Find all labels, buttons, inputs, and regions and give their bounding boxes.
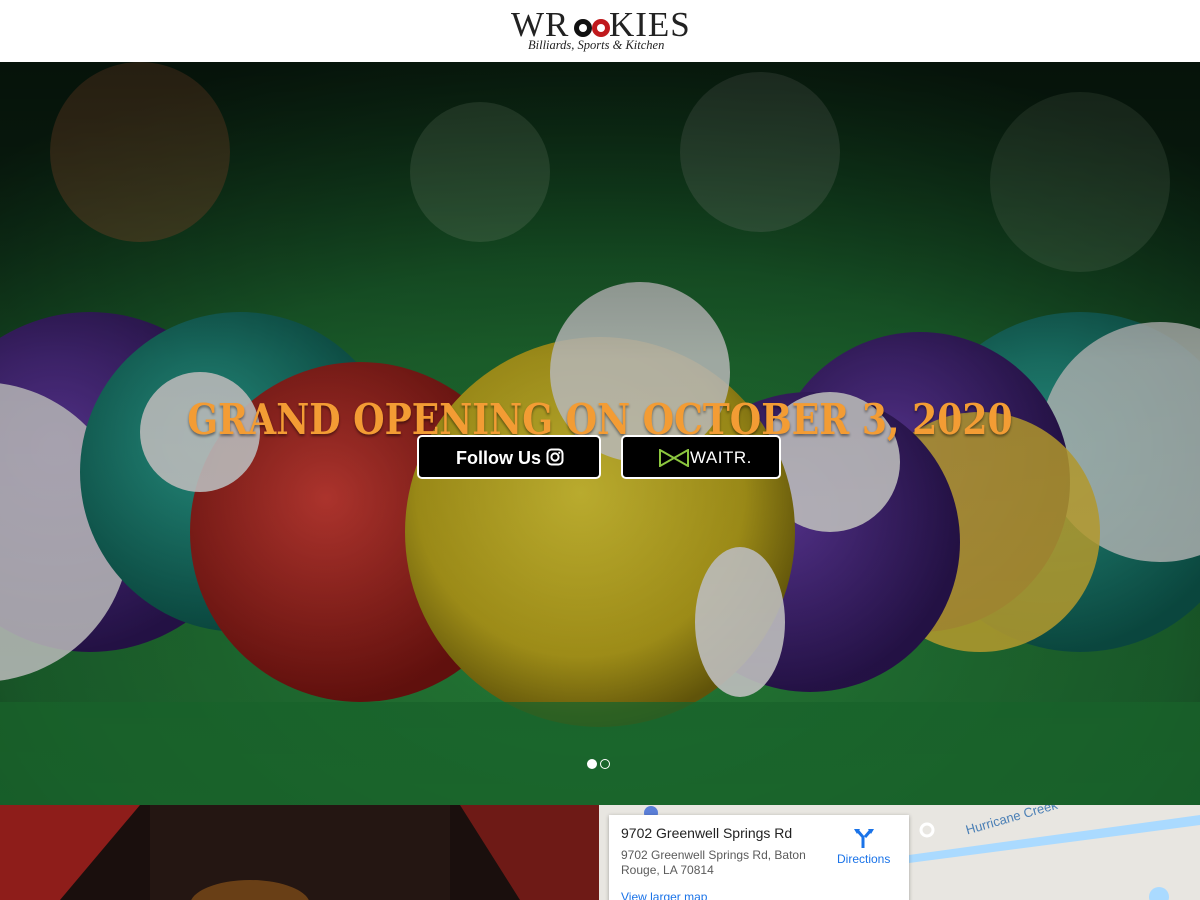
follow-us-label: Follow Us (456, 448, 541, 468)
view-larger-map-link[interactable]: View larger map (621, 890, 707, 900)
map-info-card: 9702 Greenwell Springs Rd 9702 Greenwell… (609, 815, 909, 900)
site-logo[interactable]: WR KIES Billiards, Sports & Kitchen (511, 6, 691, 56)
slider-dot-1[interactable] (587, 759, 597, 769)
waitr-logo-icon (659, 449, 689, 467)
slider-dot-2[interactable] (600, 759, 610, 769)
follow-us-button[interactable]: Follow Us (417, 435, 601, 479)
billiard-balls-icon (574, 19, 610, 37)
directions-link[interactable]: Directions (837, 852, 890, 866)
place-name: 9702 Greenwell Springs Rd (621, 825, 793, 841)
instagram-icon (546, 448, 564, 466)
place-address: 9702 Greenwell Springs Rd, Baton Rouge, … (621, 848, 806, 877)
logo-tagline: Billiards, Sports & Kitchen (528, 38, 665, 52)
promo-photo (0, 805, 599, 900)
location-map[interactable]: Hurricane Creek 9702 Greenwell Springs R… (599, 805, 1200, 900)
waitr-label: WAITR. (690, 448, 752, 467)
directions-icon[interactable] (853, 828, 875, 850)
waitr-order-button[interactable]: WAITR. (621, 435, 781, 479)
site-header: WR KIES Billiards, Sports & Kitchen (0, 0, 1200, 62)
promo-photo-image (0, 805, 599, 900)
hero-slider: GRAND OPENING ON OCTOBER 3, 2020 Follow … (0, 62, 1200, 805)
